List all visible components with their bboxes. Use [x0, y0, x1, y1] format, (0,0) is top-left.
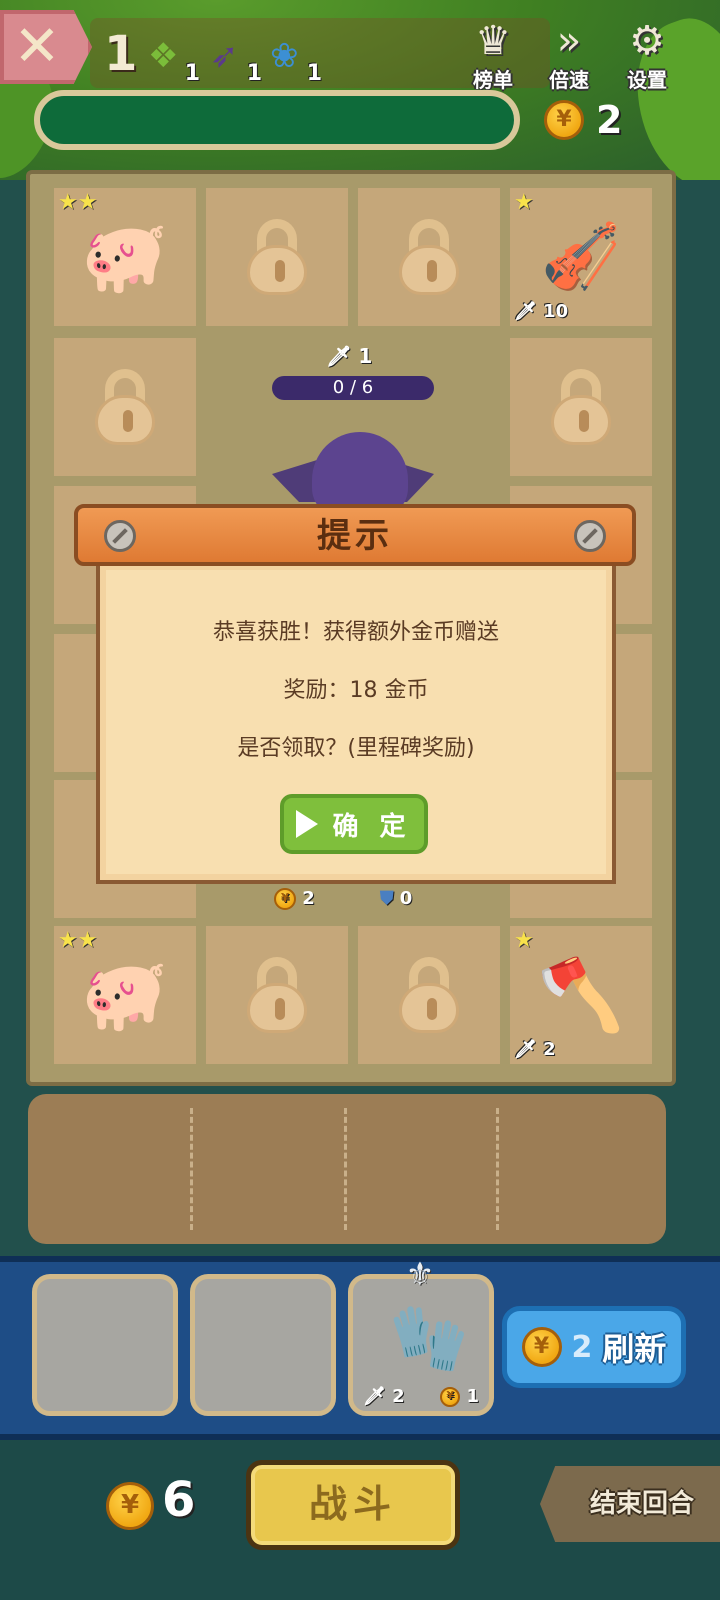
tray-divider [190, 1108, 193, 1230]
settings-label: 设置 [627, 68, 667, 92]
settings-button[interactable]: ⚙ 设置 [614, 18, 680, 92]
piggy-bank-icon: 🐖 [81, 216, 169, 298]
dialog-message: 恭喜获胜！获得额外金币赠送 [212, 620, 499, 645]
enemy-attack: 🗡 1 [326, 344, 373, 368]
crown-icon: ♛ [475, 18, 511, 64]
board-slot-locked[interactable] [358, 926, 500, 1064]
dialog-header: 提示 [74, 504, 636, 566]
lock-icon [551, 369, 611, 445]
end-turn-label: 结束回合 [589, 1489, 694, 1519]
enemy-shield: ⛊ 0 [380, 888, 413, 909]
health-bar [34, 90, 520, 150]
board-slot-guzheng[interactable]: ★ 🎻 🗡 10 [510, 188, 652, 326]
play-icon [296, 810, 319, 838]
resource-green-rune: ❖ 1 [148, 36, 200, 86]
board-slot-piggy-bank[interactable]: ★★ 🐖 [54, 926, 196, 1064]
coin-count: 2 [596, 98, 623, 142]
level-number: 1 [104, 26, 138, 82]
resource-purple-wing: ➶ 1 [210, 36, 262, 86]
board-slot-locked[interactable] [206, 188, 348, 326]
lock-icon [247, 219, 307, 295]
shop-slot-empty[interactable] [190, 1274, 336, 1416]
guzheng-icon: 🎻 [541, 220, 621, 294]
resource-count: 1 [246, 61, 262, 86]
board-slot-battle-axe[interactable]: ★ 🪓 🗡 2 [510, 926, 652, 1064]
blue-flower-icon: ❀ [270, 36, 299, 76]
lock-icon [247, 957, 307, 1033]
dialog-question: 是否领取？(里程碑奖励) [237, 736, 475, 761]
leaderboard-button[interactable]: ♛ 榜单 [460, 18, 526, 92]
speed-label: 倍速 [549, 68, 589, 92]
board-slot-piggy-bank[interactable]: ★★ 🐖 [54, 188, 196, 326]
refresh-button[interactable]: ¥ 2 刷新 [502, 1306, 686, 1388]
resource-count: 1 [306, 61, 322, 86]
refresh-label: 刷新 [602, 1330, 667, 1368]
lock-icon [95, 369, 155, 445]
resource-blue-flower: ❀ 1 [270, 36, 322, 86]
green-rune-icon: ❖ [148, 36, 179, 76]
purple-wing-icon: ➶ [210, 36, 239, 76]
tray-divider [344, 1108, 347, 1230]
bolt-icon [574, 520, 606, 552]
close-button[interactable]: ✕ [0, 10, 92, 84]
claw-gauntlet-icon: 🧤 [389, 1302, 469, 1376]
attack-value: 🗡 2 [514, 1039, 556, 1060]
bolt-icon [104, 520, 136, 552]
battle-label: 战斗 [308, 1482, 397, 1526]
leaderboard-label: 榜单 [473, 68, 513, 92]
inventory-tray[interactable] [28, 1094, 666, 1244]
lock-icon [399, 957, 459, 1033]
end-turn-button[interactable]: 结束回合 [540, 1466, 720, 1542]
confirm-button[interactable]: 确 定 [280, 794, 428, 854]
enemy-gold: ¥ 2 [274, 888, 315, 910]
speed-button[interactable]: » 倍速 [536, 18, 602, 92]
coin-icon: ¥ [440, 1387, 461, 1407]
resource-count: 1 [184, 61, 200, 86]
gold-count: 6 [162, 1472, 196, 1528]
piggy-bank-icon: 🐖 [81, 954, 169, 1036]
board-slot-locked[interactable] [54, 338, 196, 476]
star-rating: ★★ [58, 928, 98, 953]
refresh-cost: 2 [571, 1329, 593, 1365]
battle-button[interactable]: 战斗 [246, 1460, 460, 1550]
star-rating: ★ [514, 928, 534, 953]
coin-icon: ¥ [544, 100, 584, 140]
tray-divider [496, 1108, 499, 1230]
enemy-progress-bar: 0 / 6 [272, 376, 434, 400]
fast-forward-icon: » [556, 18, 582, 64]
board-slot-locked[interactable] [358, 188, 500, 326]
confirm-label: 确 定 [332, 811, 412, 842]
coin-icon: ¥ [106, 1482, 154, 1530]
dialog-reward: 奖励：18 金币 [283, 678, 429, 703]
coin-icon: ¥ [521, 1327, 562, 1367]
attack-value: 🗡 2 [363, 1386, 405, 1407]
gear-icon: ⚙ [629, 18, 665, 64]
close-icon: ✕ [13, 14, 61, 79]
shop-slot-empty[interactable] [32, 1274, 178, 1416]
attack-value: 🗡 10 [514, 301, 569, 322]
lock-icon [399, 219, 459, 295]
board-slot-locked[interactable] [510, 338, 652, 476]
battle-axe-icon: 🪓 [537, 954, 625, 1036]
star-rating: ★★ [58, 190, 98, 215]
board-slot-locked[interactable] [206, 926, 348, 1064]
cost-value: ¥ 1 [440, 1386, 479, 1407]
star-rating: ★ [514, 190, 534, 215]
coin-icon: ¥ [274, 888, 296, 910]
wolf-badge-icon: ⚜ [405, 1255, 435, 1293]
dialog-title: 提示 [317, 516, 393, 556]
shield-icon: ⛊ [380, 888, 394, 909]
